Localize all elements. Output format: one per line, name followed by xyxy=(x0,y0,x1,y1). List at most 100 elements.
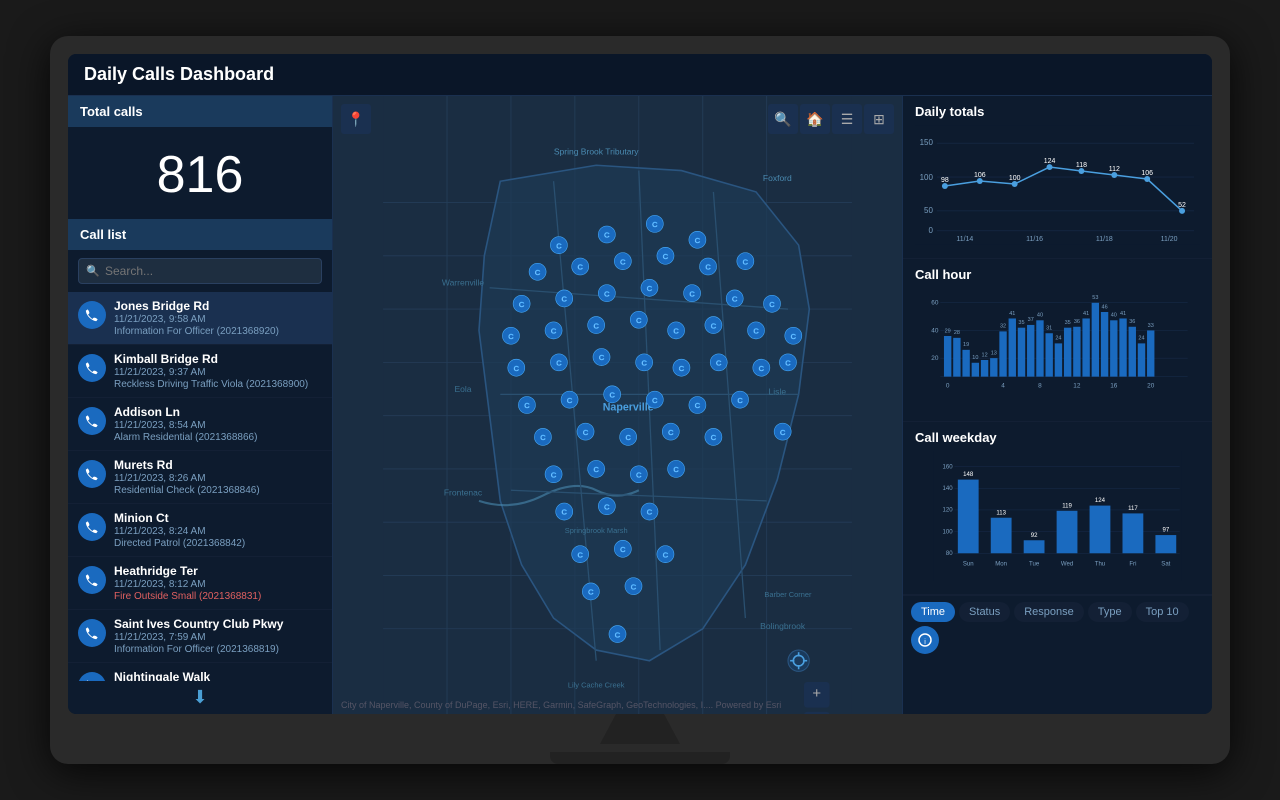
call-list-header: Call list xyxy=(68,219,332,250)
chart-tabs: TimeStatusResponseTypeTop 10 i xyxy=(903,595,1212,660)
svg-text:37: 37 xyxy=(1028,317,1034,323)
svg-text:100: 100 xyxy=(943,529,954,535)
map-list-button[interactable]: ☰ xyxy=(832,104,862,134)
svg-text:35: 35 xyxy=(1065,320,1071,326)
svg-text:C: C xyxy=(562,508,568,517)
svg-text:Spring Brook Tributary: Spring Brook Tributary xyxy=(554,147,639,157)
svg-text:124: 124 xyxy=(1044,158,1056,165)
svg-text:C: C xyxy=(668,428,674,437)
search-input[interactable] xyxy=(78,258,322,284)
svg-text:C: C xyxy=(652,396,658,405)
call-item-details: Kimball Bridge Rd 11/21/2023, 9:37 AM Re… xyxy=(114,352,322,390)
download-button[interactable]: ⬇ xyxy=(68,681,332,714)
svg-text:C: C xyxy=(705,263,711,272)
map-grid-button[interactable]: ⊞ xyxy=(864,104,894,134)
svg-text:117: 117 xyxy=(1128,506,1138,512)
call-list-item[interactable]: Kimball Bridge Rd 11/21/2023, 9:37 AM Re… xyxy=(68,345,332,398)
svg-text:60: 60 xyxy=(931,300,939,307)
chart-tab-response[interactable]: Response xyxy=(1014,602,1084,622)
call-item-time: 11/21/2023, 8:26 AM xyxy=(114,473,322,484)
call-item-type: Reckless Driving Traffic Viola (20213689… xyxy=(114,379,322,390)
call-item-time: 11/21/2023, 9:58 AM xyxy=(114,314,322,325)
call-list-item[interactable]: Murets Rd 11/21/2023, 8:26 AM Residentia… xyxy=(68,451,332,504)
svg-text:C: C xyxy=(769,300,775,309)
svg-text:C: C xyxy=(695,401,701,410)
map-home-button[interactable]: 🏠 xyxy=(800,104,830,134)
call-item-address: Murets Rd xyxy=(114,458,322,472)
svg-text:Bolingbrook: Bolingbrook xyxy=(760,621,806,631)
call-item-details: Heathridge Ter 11/21/2023, 8:12 AM Fire … xyxy=(114,564,322,602)
download-icon: ⬇ xyxy=(192,687,207,707)
svg-text:C: C xyxy=(652,220,658,229)
svg-text:C: C xyxy=(508,332,514,341)
call-list-item[interactable]: Heathridge Ter 11/21/2023, 8:12 AM Fire … xyxy=(68,557,332,610)
svg-text:16: 16 xyxy=(1110,383,1118,390)
map-locate-button[interactable]: 📍 xyxy=(341,104,371,134)
call-item-address: Jones Bridge Rd xyxy=(114,299,322,313)
total-calls-header: Total calls xyxy=(68,96,332,127)
svg-text:C: C xyxy=(524,401,530,410)
svg-text:C: C xyxy=(556,241,562,250)
call-item-type: Alarm Residential (2021368866) xyxy=(114,432,322,443)
call-list-item[interactable]: Nightingale Walk 11/21/2023, 7:49 AM xyxy=(68,663,332,681)
svg-text:Naperville: Naperville xyxy=(603,401,654,413)
tab-circle-icon[interactable]: i xyxy=(911,626,939,654)
svg-text:0: 0 xyxy=(946,383,950,390)
call-item-time: 11/21/2023, 8:24 AM xyxy=(114,526,322,537)
svg-text:C: C xyxy=(636,316,642,325)
chart-tab-time[interactable]: Time xyxy=(911,602,955,622)
call-weekday-title: Call weekday xyxy=(915,430,1200,445)
svg-text:C: C xyxy=(625,433,631,442)
svg-text:97: 97 xyxy=(1162,528,1169,534)
svg-text:C: C xyxy=(785,359,791,368)
call-list-item[interactable]: Addison Ln 11/21/2023, 8:54 AM Alarm Res… xyxy=(68,398,332,451)
svg-text:28: 28 xyxy=(954,330,960,336)
svg-text:C: C xyxy=(620,257,626,266)
chart-tab-top10[interactable]: Top 10 xyxy=(1136,602,1189,622)
chart-tab-type[interactable]: Type xyxy=(1088,602,1132,622)
chart-tab-status[interactable]: Status xyxy=(959,602,1010,622)
svg-text:8: 8 xyxy=(1038,383,1042,390)
left-panel: Total calls 816 Call list 🔍 Jones Bridge… xyxy=(68,96,333,714)
svg-text:C: C xyxy=(716,359,722,368)
svg-text:160: 160 xyxy=(943,464,954,470)
call-list-item[interactable]: Jones Bridge Rd 11/21/2023, 9:58 AM Info… xyxy=(68,292,332,345)
svg-text:113: 113 xyxy=(996,510,1006,516)
svg-text:C: C xyxy=(679,364,685,373)
svg-text:98: 98 xyxy=(941,177,949,184)
call-weekday-chart: 160 140 120 100 80 xyxy=(915,451,1200,581)
svg-text:Frontenac: Frontenac xyxy=(444,488,483,498)
svg-text:C: C xyxy=(732,295,738,304)
monitor-stand-neck xyxy=(600,714,680,744)
svg-text:C: C xyxy=(578,263,584,272)
svg-text:80: 80 xyxy=(946,551,953,557)
call-list-item[interactable]: Minion Ct 11/21/2023, 8:24 AM Directed P… xyxy=(68,504,332,557)
svg-text:C: C xyxy=(594,321,600,330)
svg-text:11/18: 11/18 xyxy=(1096,236,1113,243)
svg-text:20: 20 xyxy=(931,355,939,362)
svg-text:100: 100 xyxy=(1009,175,1021,182)
call-hour-title: Call hour xyxy=(915,267,1200,282)
svg-text:12: 12 xyxy=(982,352,988,358)
svg-text:C: C xyxy=(780,428,786,437)
map-search-button[interactable]: 🔍 xyxy=(768,104,798,134)
call-item-address: Saint Ives Country Club Pkwy xyxy=(114,617,322,631)
call-item-details: Saint Ives Country Club Pkwy 11/21/2023,… xyxy=(114,617,322,655)
call-hour-section: Call hour 60 40 20 xyxy=(903,259,1212,422)
map-attribution: City of Naperville, County of DuPage, Es… xyxy=(341,700,781,710)
svg-text:C: C xyxy=(663,550,669,559)
svg-text:106: 106 xyxy=(974,172,986,179)
svg-text:C: C xyxy=(551,470,557,479)
call-list: Jones Bridge Rd 11/21/2023, 9:58 AM Info… xyxy=(68,292,332,681)
map-left-tools: 📍 xyxy=(341,104,371,134)
svg-text:11/14: 11/14 xyxy=(956,236,973,243)
svg-text:Barber Corner: Barber Corner xyxy=(764,590,812,599)
call-item-address: Minion Ct xyxy=(114,511,322,525)
call-item-type: Fire Outside Small (2021368831) xyxy=(114,591,322,602)
svg-text:32: 32 xyxy=(1000,324,1006,330)
call-item-type: Directed Patrol (2021368842) xyxy=(114,538,322,549)
svg-text:31: 31 xyxy=(1046,326,1052,332)
svg-text:C: C xyxy=(594,465,600,474)
svg-text:C: C xyxy=(711,321,717,330)
call-list-item[interactable]: Saint Ives Country Club Pkwy 11/21/2023,… xyxy=(68,610,332,663)
